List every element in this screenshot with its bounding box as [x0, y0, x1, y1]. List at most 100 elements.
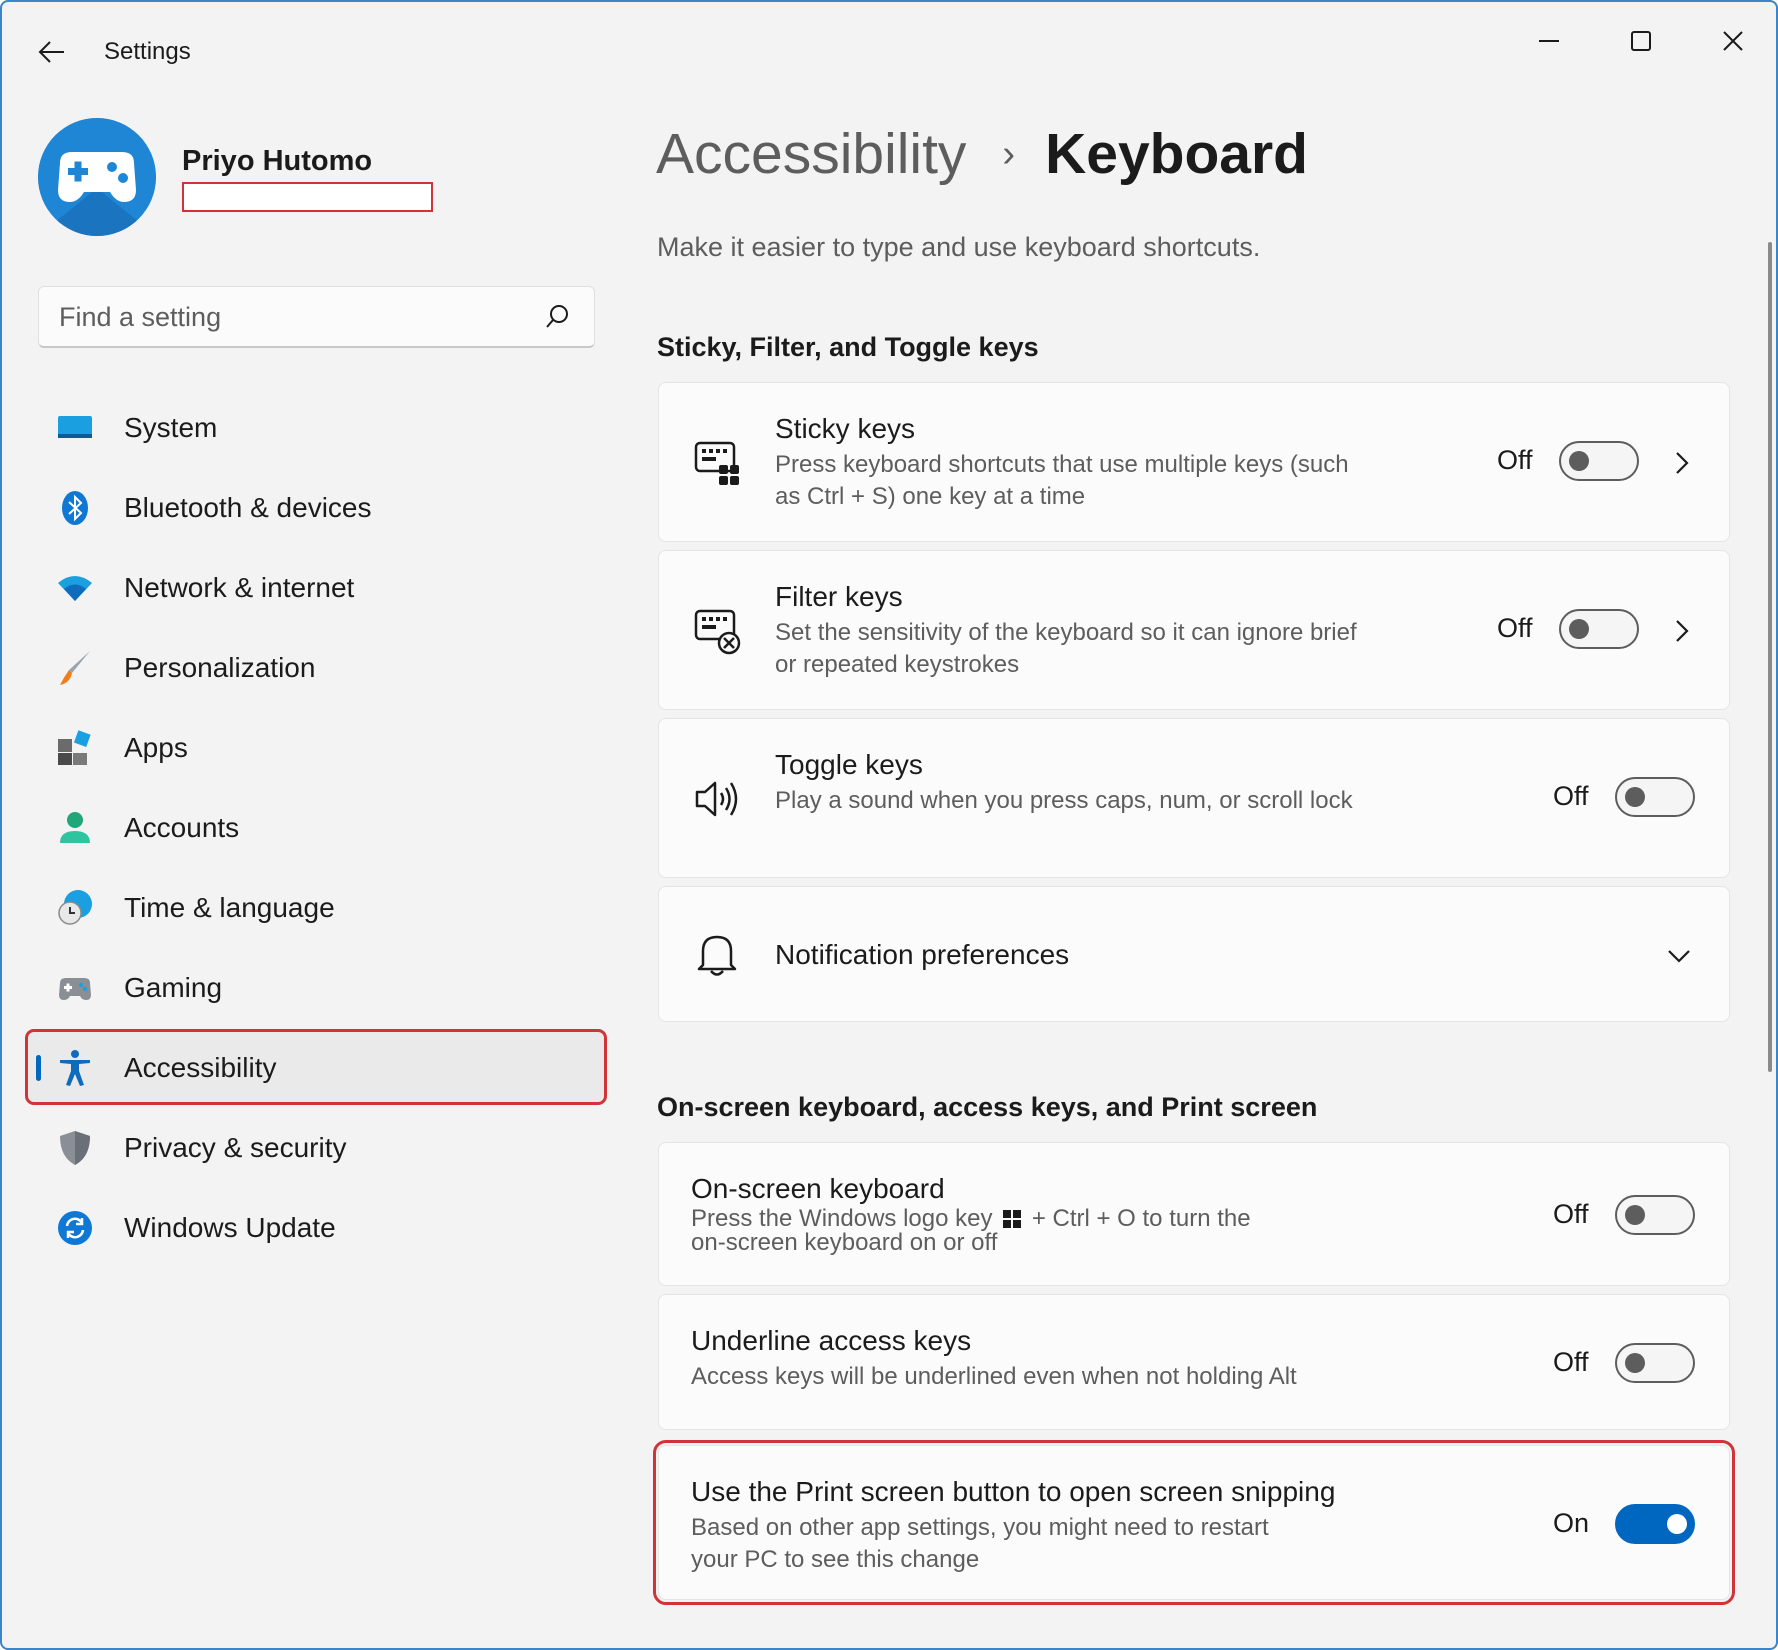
- chevron-right-icon[interactable]: [1663, 613, 1699, 649]
- sidebar-item-label: Gaming: [124, 972, 223, 1003]
- apps-icon: [58, 730, 91, 765]
- redacted-email-box: [182, 182, 433, 212]
- filter-keys-toggle[interactable]: [1559, 609, 1639, 649]
- section-title-onscreen-access-print: On-screen keyboard, access keys, and Pri…: [657, 1092, 1318, 1122]
- underline-access-keys-title: Underline access keys: [691, 1325, 972, 1356]
- notification-preferences-title: Notification preferences: [775, 939, 1070, 970]
- print-screen-snipping-card[interactable]: Use the Print screen button to open scre…: [653, 1440, 1735, 1605]
- onscreen-desc-part1: Press the Windows logo key: [691, 1205, 993, 1232]
- sidebar-item-gaming[interactable]: Gaming: [28, 952, 604, 1022]
- bell-icon: [697, 935, 737, 976]
- print-screen-description: Based on other app settings, you might n…: [691, 1514, 1269, 1573]
- onscreen-keyboard-title: On-screen keyboard: [691, 1173, 945, 1204]
- notification-preferences-card[interactable]: Notification preferences: [658, 886, 1730, 1022]
- avatar[interactable]: [38, 118, 156, 236]
- onscreen-keyboard-card[interactable]: On-screen keyboard Press the Windows log…: [658, 1142, 1730, 1286]
- close-button[interactable]: [1698, 16, 1768, 66]
- sidebar-item-accessibility[interactable]: Accessibility: [25, 1029, 607, 1105]
- sidebar-item-privacy[interactable]: Privacy & security: [28, 1112, 604, 1182]
- filter-keys-state: Off: [1497, 613, 1533, 643]
- underline-access-keys-card[interactable]: Underline access keys Access keys will b…: [658, 1294, 1730, 1430]
- sidebar-item-network[interactable]: Network & internet: [28, 552, 604, 622]
- sidebar-item-label: Apps: [124, 732, 188, 763]
- sidebar-item-label: Windows Update: [124, 1212, 336, 1243]
- onscreen-keyboard-toggle[interactable]: [1615, 1195, 1695, 1235]
- close-icon: [1723, 31, 1743, 51]
- toggle-knob: [1625, 1353, 1645, 1373]
- toggle-keys-description: Play a sound when you press caps, num, o…: [775, 787, 1353, 814]
- sidebar-item-windows-update[interactable]: Windows Update: [28, 1192, 604, 1262]
- filter-keys-icon: [694, 609, 741, 655]
- sidebar-item-label: System: [124, 412, 218, 443]
- sticky-keys-toggle[interactable]: [1559, 441, 1639, 481]
- toggle-knob: [1625, 787, 1645, 807]
- back-button[interactable]: [32, 32, 72, 72]
- maximize-icon: [1631, 31, 1651, 51]
- onscreen-keyboard-state: Off: [1553, 1199, 1589, 1229]
- print-screen-title: Use the Print screen button to open scre…: [691, 1476, 1336, 1507]
- user-name: Priyo Hutomo: [182, 145, 373, 177]
- sidebar-item-label: Privacy & security: [124, 1132, 347, 1163]
- toggle-keys-state: Off: [1553, 781, 1589, 811]
- toggle-keys-toggle[interactable]: [1615, 777, 1695, 817]
- sidebar-item-label: Bluetooth & devices: [124, 492, 372, 523]
- windows-logo-icon: [1003, 1210, 1022, 1228]
- sidebar-item-system[interactable]: System: [28, 392, 604, 462]
- sidebar-item-accounts[interactable]: Accounts: [28, 792, 604, 862]
- update-icon: [58, 1211, 92, 1245]
- toggle-knob: [1569, 451, 1589, 471]
- scrollbar[interactable]: [1768, 242, 1772, 1072]
- print-screen-state: On: [1553, 1508, 1590, 1538]
- filter-keys-title: Filter keys: [775, 581, 903, 612]
- minimize-icon: [1539, 40, 1559, 42]
- breadcrumb-separator: ›: [1002, 132, 1016, 175]
- system-icon: [58, 416, 92, 438]
- search-box[interactable]: [38, 286, 595, 348]
- toggle-knob: [1667, 1514, 1687, 1534]
- sidebar-item-personalization[interactable]: Personalization: [28, 632, 604, 702]
- toggle-knob: [1569, 619, 1589, 639]
- sidebar-item-label: Network & internet: [124, 572, 355, 603]
- filter-keys-card[interactable]: Filter keys Set the sensitivity of the k…: [658, 550, 1730, 710]
- wifi-icon: [58, 576, 92, 601]
- breadcrumb-parent[interactable]: Accessibility: [656, 121, 966, 187]
- bluetooth-icon: [62, 491, 88, 525]
- sidebar-item-label: Accessibility: [124, 1052, 277, 1083]
- onscreen-keyboard-description: Press the Windows logo key + Ctrl + O to…: [691, 1207, 1291, 1255]
- sidebar-item-apps[interactable]: Apps: [28, 712, 604, 782]
- shield-icon: [60, 1131, 90, 1165]
- gamepad-avatar-icon: [38, 118, 156, 236]
- app-title: Settings: [104, 38, 191, 65]
- sidebar-item-label: Time & language: [124, 892, 335, 923]
- accessibility-icon: [60, 1050, 90, 1086]
- chevron-down-icon[interactable]: [1661, 937, 1697, 973]
- breadcrumb: Accessibility › Keyboard: [656, 114, 1308, 194]
- sidebar-item-time-language[interactable]: Time & language: [28, 872, 604, 942]
- sticky-keys-title: Sticky keys: [775, 413, 916, 444]
- toggle-keys-card[interactable]: Toggle keys Play a sound when you press …: [658, 718, 1730, 878]
- active-indicator: [36, 1055, 41, 1081]
- sidebar-item-label: Personalization: [124, 652, 316, 683]
- maximize-button[interactable]: [1606, 16, 1676, 66]
- sidebar-item-label: Accounts: [124, 812, 240, 843]
- person-icon: [60, 812, 90, 843]
- search-input[interactable]: [59, 287, 539, 347]
- back-arrow-icon: [38, 41, 64, 63]
- underline-access-keys-state: Off: [1553, 1347, 1589, 1377]
- minimize-button[interactable]: [1514, 16, 1584, 66]
- toggle-keys-title: Toggle keys: [775, 749, 923, 780]
- sidebar-item-bluetooth[interactable]: Bluetooth & devices: [28, 472, 604, 542]
- chevron-right-icon[interactable]: [1663, 445, 1699, 481]
- sticky-keys-icon: [694, 441, 739, 485]
- search-icon[interactable]: [544, 303, 572, 331]
- brush-icon: [60, 651, 90, 685]
- sticky-keys-card[interactable]: Sticky keys Press keyboard shortcuts tha…: [658, 382, 1730, 542]
- print-screen-toggle[interactable]: [1615, 1504, 1695, 1544]
- section-title-sticky-filter-toggle: Sticky, Filter, and Toggle keys: [657, 332, 1039, 362]
- filter-keys-description: Set the sensitivity of the keyboard so i…: [775, 619, 1357, 678]
- speaker-icon: [695, 781, 738, 817]
- underline-access-keys-toggle[interactable]: [1615, 1343, 1695, 1383]
- underline-access-keys-description: Access keys will be underlined even when…: [691, 1363, 1297, 1390]
- settings-window: Settings Priyo Hutomo Syste: [0, 0, 1778, 1650]
- sticky-keys-state: Off: [1497, 445, 1533, 475]
